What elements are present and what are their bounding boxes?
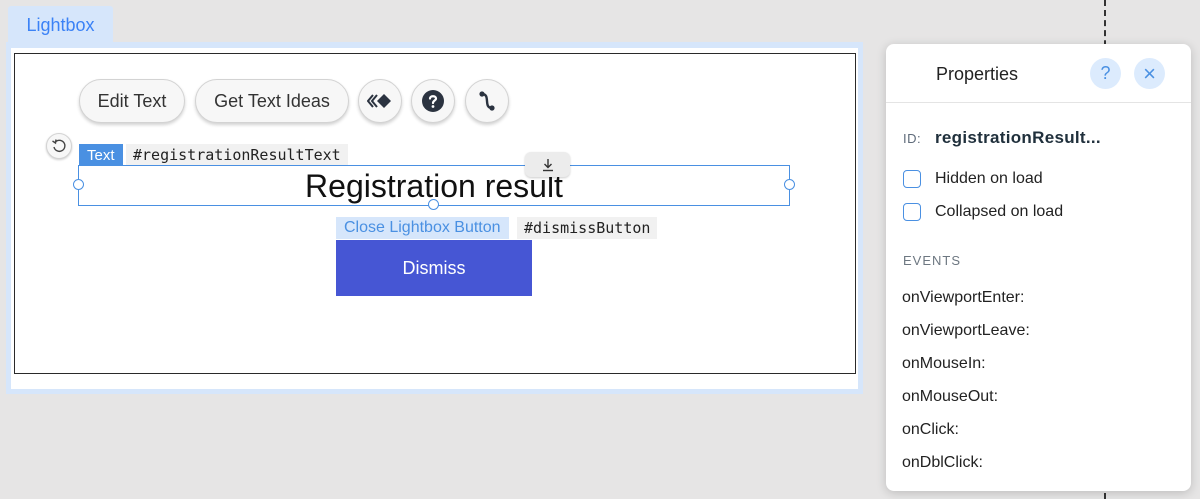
close-icon: × (1143, 60, 1156, 86)
hidden-on-load-label: Hidden on load (935, 170, 1043, 187)
event-on-viewport-leave[interactable]: onViewportLeave: (902, 322, 1030, 340)
panel-help-button[interactable]: ? (1090, 58, 1121, 89)
element-type-tag: Text (79, 144, 123, 166)
connect-icon (479, 91, 495, 111)
lightbox-tab[interactable]: Lightbox (8, 6, 113, 44)
collapsed-on-load-label: Collapsed on load (935, 203, 1064, 220)
hidden-on-load-checkbox[interactable] (903, 170, 921, 188)
event-on-click[interactable]: onClick: (902, 421, 959, 439)
button-id-tag: #dismissButton (517, 217, 658, 239)
question-icon: ? (1100, 63, 1111, 83)
resize-handle-left[interactable] (73, 179, 84, 190)
edit-text-button[interactable]: Edit Text (79, 79, 185, 123)
button-type-tag: Close Lightbox Button (336, 217, 509, 239)
rotate-handle[interactable] (46, 133, 72, 159)
dismiss-button[interactable]: Dismiss (336, 240, 532, 296)
element-id-tag: #registrationResultText (126, 144, 348, 166)
rotate-icon (52, 139, 66, 153)
help-icon (422, 90, 444, 112)
panel-divider (886, 102, 1191, 103)
event-on-mouse-in[interactable]: onMouseIn: (902, 355, 986, 373)
connect-button[interactable] (465, 79, 509, 123)
event-on-viewport-enter[interactable]: onViewportEnter: (902, 289, 1024, 307)
help-button[interactable] (411, 79, 455, 123)
events-header: EVENTS (903, 253, 962, 268)
panel-close-button[interactable]: × (1134, 58, 1165, 89)
arrow-down-icon (542, 158, 553, 171)
animation-button[interactable] (358, 79, 402, 123)
resize-handle-right[interactable] (784, 179, 795, 190)
id-value[interactable]: registrationResult... (935, 128, 1101, 148)
collapsed-on-load-checkbox[interactable] (903, 203, 921, 221)
event-on-dbl-click[interactable]: onDblClick: (902, 454, 983, 472)
get-text-ideas-button[interactable]: Get Text Ideas (195, 79, 349, 123)
event-on-mouse-out[interactable]: onMouseOut: (902, 388, 998, 406)
resize-handle-bottom[interactable] (428, 199, 439, 210)
id-label: ID: (903, 131, 922, 146)
panel-title: Properties (936, 63, 1019, 84)
stretch-handle[interactable] (525, 152, 570, 177)
animation-icon (367, 94, 391, 108)
